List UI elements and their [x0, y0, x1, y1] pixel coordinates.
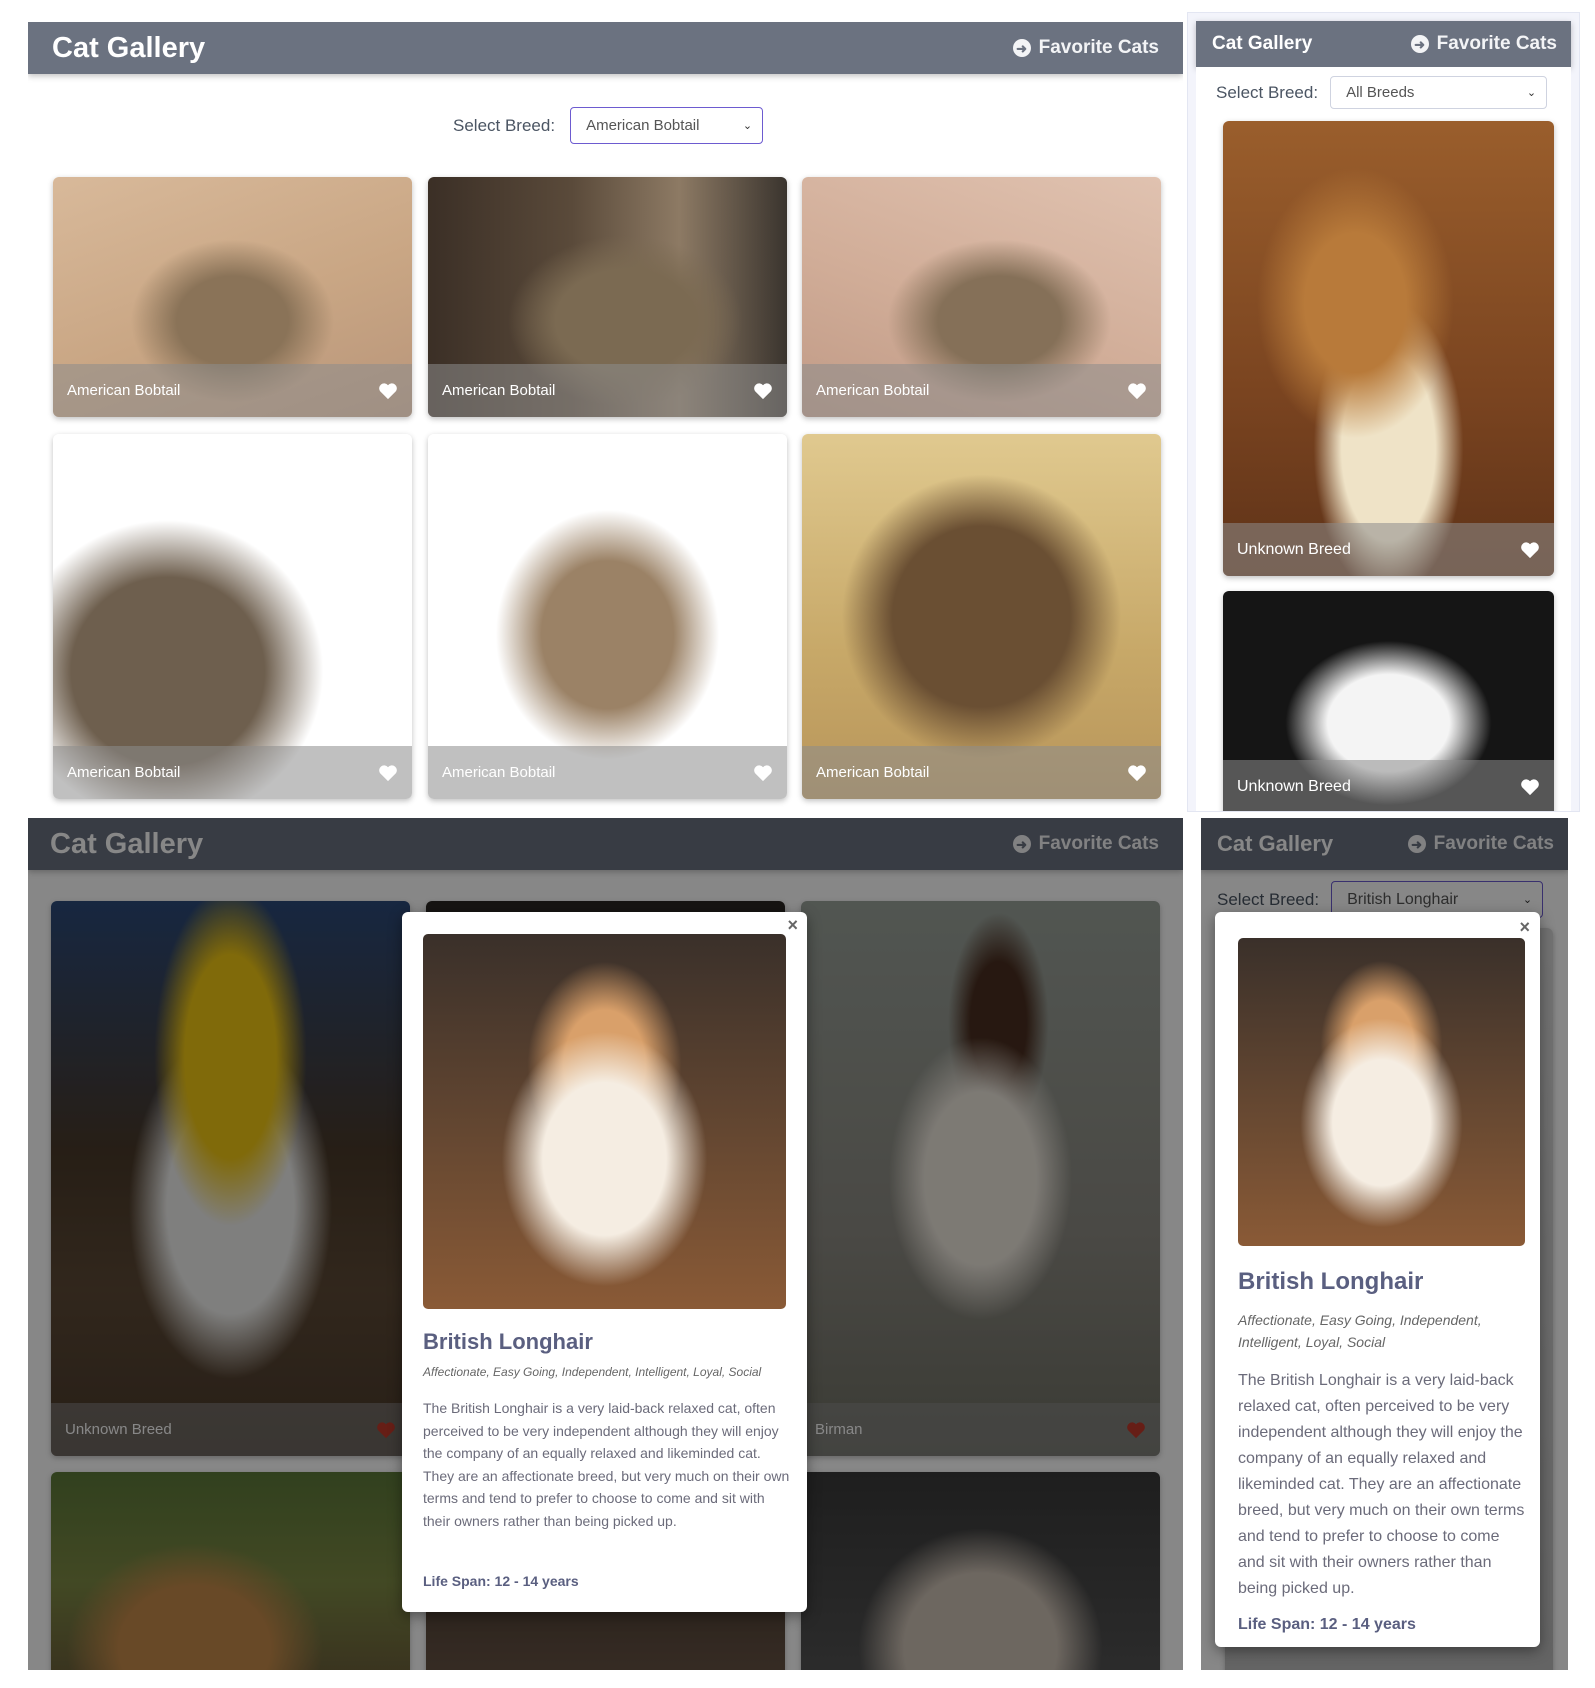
- breed-title: British Longhair: [423, 1329, 593, 1354]
- select-breed-label: Select Breed:: [453, 115, 556, 135]
- heart-icon[interactable]: [1520, 541, 1540, 559]
- mobile-detail-panel: Cat Gallery ➜ Favorite Cats Select Breed…: [1201, 818, 1568, 1670]
- select-breed-label: Select Breed:: [1216, 82, 1319, 102]
- favorite-cats-label: Favorite Cats: [1038, 37, 1159, 58]
- app-title: Cat Gallery: [1212, 33, 1313, 54]
- mobile-gallery-panel: Cat Gallery ➜ Favorite Cats Select Breed…: [1187, 12, 1580, 812]
- breed-name: American Bobtail: [442, 764, 556, 781]
- breed-description: The British Longhair is a very laid-back…: [423, 1400, 790, 1529]
- card-caption: Unknown Breed: [1223, 760, 1554, 811]
- breed-select[interactable]: American Bobtail ⌄: [570, 107, 764, 144]
- chevron-down-icon: ⌄: [1526, 87, 1537, 99]
- cat-photo: [428, 434, 787, 799]
- app-header: Cat Gallery ➜ Favorite Cats: [28, 22, 1183, 74]
- arrow-circle-right-icon: ➜: [1410, 35, 1429, 53]
- gallery-panel-breed-filter: Cat Gallery ➜ Favorite Cats Select Breed…: [28, 22, 1183, 809]
- heart-icon[interactable]: [753, 382, 773, 400]
- breed-name: American Bobtail: [67, 764, 181, 781]
- heart-icon[interactable]: [753, 764, 773, 782]
- breed-detail-modal: × British Longhair Affectionate, Easy Go…: [402, 912, 807, 1612]
- favorite-cats-label: Favorite Cats: [1436, 33, 1557, 54]
- breed-filter: Select Breed: American Bobtail ⌄: [453, 107, 764, 144]
- breed-select-value: All Breeds: [1346, 84, 1415, 101]
- cat-card[interactable]: American Bobtail: [53, 177, 412, 417]
- app-header: Cat Gallery ➜ Favorite Cats: [1196, 21, 1571, 67]
- breed-title: British Longhair: [1238, 1268, 1424, 1295]
- arrow-circle-right-icon: ➜: [1012, 39, 1031, 57]
- card-caption: American Bobtail: [428, 746, 787, 799]
- breed-photo: [1238, 938, 1525, 1246]
- breed-name: Unknown Breed: [1237, 777, 1351, 795]
- gallery-panel-detail-modal: Cat Gallery ➜ Favorite Cats Unknown Bree…: [28, 818, 1183, 1670]
- cat-card[interactable]: American Bobtail: [53, 434, 412, 799]
- heart-icon[interactable]: [1127, 764, 1147, 782]
- favorite-cats-link[interactable]: ➜ Favorite Cats: [1012, 37, 1159, 59]
- close-icon[interactable]: ×: [1519, 917, 1530, 938]
- favorite-cats-link[interactable]: ➜ Favorite Cats: [1410, 33, 1557, 55]
- breed-filter: Select Breed: All Breeds ⌄: [1216, 76, 1548, 109]
- heart-icon[interactable]: [378, 764, 398, 782]
- card-caption: Unknown Breed: [1223, 523, 1554, 576]
- heart-icon[interactable]: [378, 382, 398, 400]
- app-title: Cat Gallery: [52, 31, 206, 64]
- breed-photo: [423, 934, 786, 1309]
- card-caption: American Bobtail: [53, 364, 412, 417]
- breed-name: American Bobtail: [67, 382, 181, 399]
- heart-icon[interactable]: [1127, 382, 1147, 400]
- cat-photo: [802, 434, 1161, 799]
- close-icon[interactable]: ×: [787, 915, 798, 936]
- breed-select[interactable]: All Breeds ⌄: [1330, 76, 1548, 109]
- breed-select-value: American Bobtail: [586, 117, 700, 134]
- cat-card[interactable]: American Bobtail: [802, 177, 1161, 417]
- breed-temperament: Affectionate, Easy Going, Independent, I…: [423, 1365, 762, 1379]
- card-caption: American Bobtail: [802, 746, 1161, 799]
- card-caption: American Bobtail: [428, 364, 787, 417]
- card-caption: American Bobtail: [802, 364, 1161, 417]
- cat-card[interactable]: American Bobtail: [428, 434, 787, 799]
- heart-icon[interactable]: [1520, 778, 1540, 796]
- breed-life-span: Life Span: 12 - 14 years: [1238, 1616, 1416, 1633]
- cat-card[interactable]: Unknown Breed: [1223, 121, 1554, 576]
- cat-card[interactable]: American Bobtail: [802, 434, 1161, 799]
- chevron-down-icon: ⌄: [742, 120, 753, 132]
- card-caption: American Bobtail: [53, 746, 412, 799]
- breed-name: American Bobtail: [816, 382, 930, 399]
- cat-card[interactable]: Unknown Breed: [1223, 591, 1554, 811]
- cat-photo: [53, 434, 412, 799]
- cat-photo: [1223, 121, 1554, 576]
- breed-life-span: Life Span: 12 - 14 years: [423, 1573, 579, 1589]
- cat-card[interactable]: American Bobtail: [428, 177, 787, 417]
- breed-name: Unknown Breed: [1237, 540, 1351, 558]
- breed-description: The British Longhair is a very laid-back…: [1238, 1372, 1525, 1597]
- breed-detail-modal: × British Longhair Affectionate, Easy Go…: [1215, 912, 1540, 1647]
- breed-name: American Bobtail: [442, 382, 556, 399]
- breed-name: American Bobtail: [816, 764, 930, 781]
- breed-temperament: Affectionate, Easy Going, Independent, I…: [1238, 1312, 1482, 1350]
